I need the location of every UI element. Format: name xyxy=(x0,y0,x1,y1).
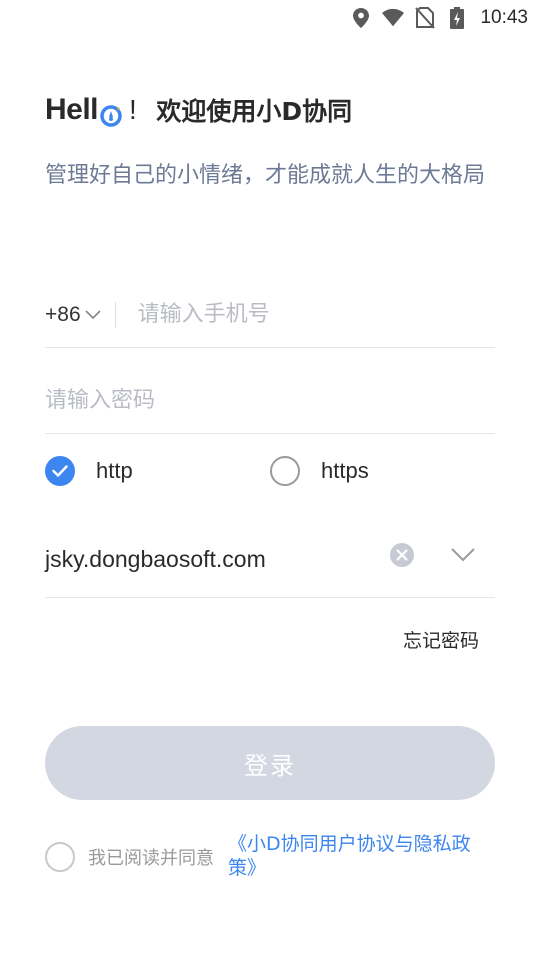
app-logo-icon xyxy=(100,101,122,127)
server-address-input[interactable]: jsky.dongbaosoft.com xyxy=(45,546,266,573)
server-row: jsky.dongbaosoft.com xyxy=(45,522,495,598)
login-button[interactable]: 登录 xyxy=(45,726,495,800)
password-row xyxy=(45,368,495,434)
agreement-text: 我已阅读并同意 xyxy=(88,848,214,869)
phone-input[interactable] xyxy=(137,294,495,335)
hello-exclaim: ! xyxy=(129,94,137,125)
radio-https-label: https xyxy=(321,458,369,483)
clear-icon[interactable] xyxy=(390,543,414,567)
radio-http[interactable]: http xyxy=(45,456,133,486)
hello-logo: Hell ! xyxy=(45,93,137,127)
divider xyxy=(114,301,116,328)
user-agreement-link[interactable]: 《小D协同用户协议与隐私政策》 xyxy=(228,832,488,880)
password-input[interactable] xyxy=(45,380,495,421)
radio-https[interactable]: https xyxy=(270,456,369,486)
agreement-checkbox[interactable] xyxy=(45,842,75,872)
subtitle: 管理好自己的小情绪，才能成就人生的大格局 xyxy=(45,163,486,188)
location-icon xyxy=(350,7,372,29)
no-sim-icon xyxy=(414,7,436,29)
forgot-password-link[interactable]: 忘记密码 xyxy=(403,626,479,653)
protocol-selector: http https xyxy=(45,456,495,494)
chevron-down-icon xyxy=(85,309,101,319)
phone-row: +86 xyxy=(45,282,495,348)
welcome-title: 欢迎使用小D协同 xyxy=(156,97,353,126)
greeting: Hell ! 欢迎使用小D协同 xyxy=(45,90,352,130)
hello-logo-text: Hell xyxy=(45,93,99,126)
country-code-value: +86 xyxy=(45,302,81,326)
battery-charging-icon xyxy=(446,7,468,29)
clock: 10:43 xyxy=(480,7,528,28)
checked-radio-icon xyxy=(45,456,75,486)
unchecked-radio-icon xyxy=(270,456,300,486)
radio-http-label: http xyxy=(96,458,133,483)
wifi-icon xyxy=(382,7,405,29)
country-code-selector[interactable]: +86 xyxy=(45,303,101,327)
chevron-down-icon[interactable] xyxy=(450,547,476,563)
status-bar: 10:43 xyxy=(0,0,540,36)
